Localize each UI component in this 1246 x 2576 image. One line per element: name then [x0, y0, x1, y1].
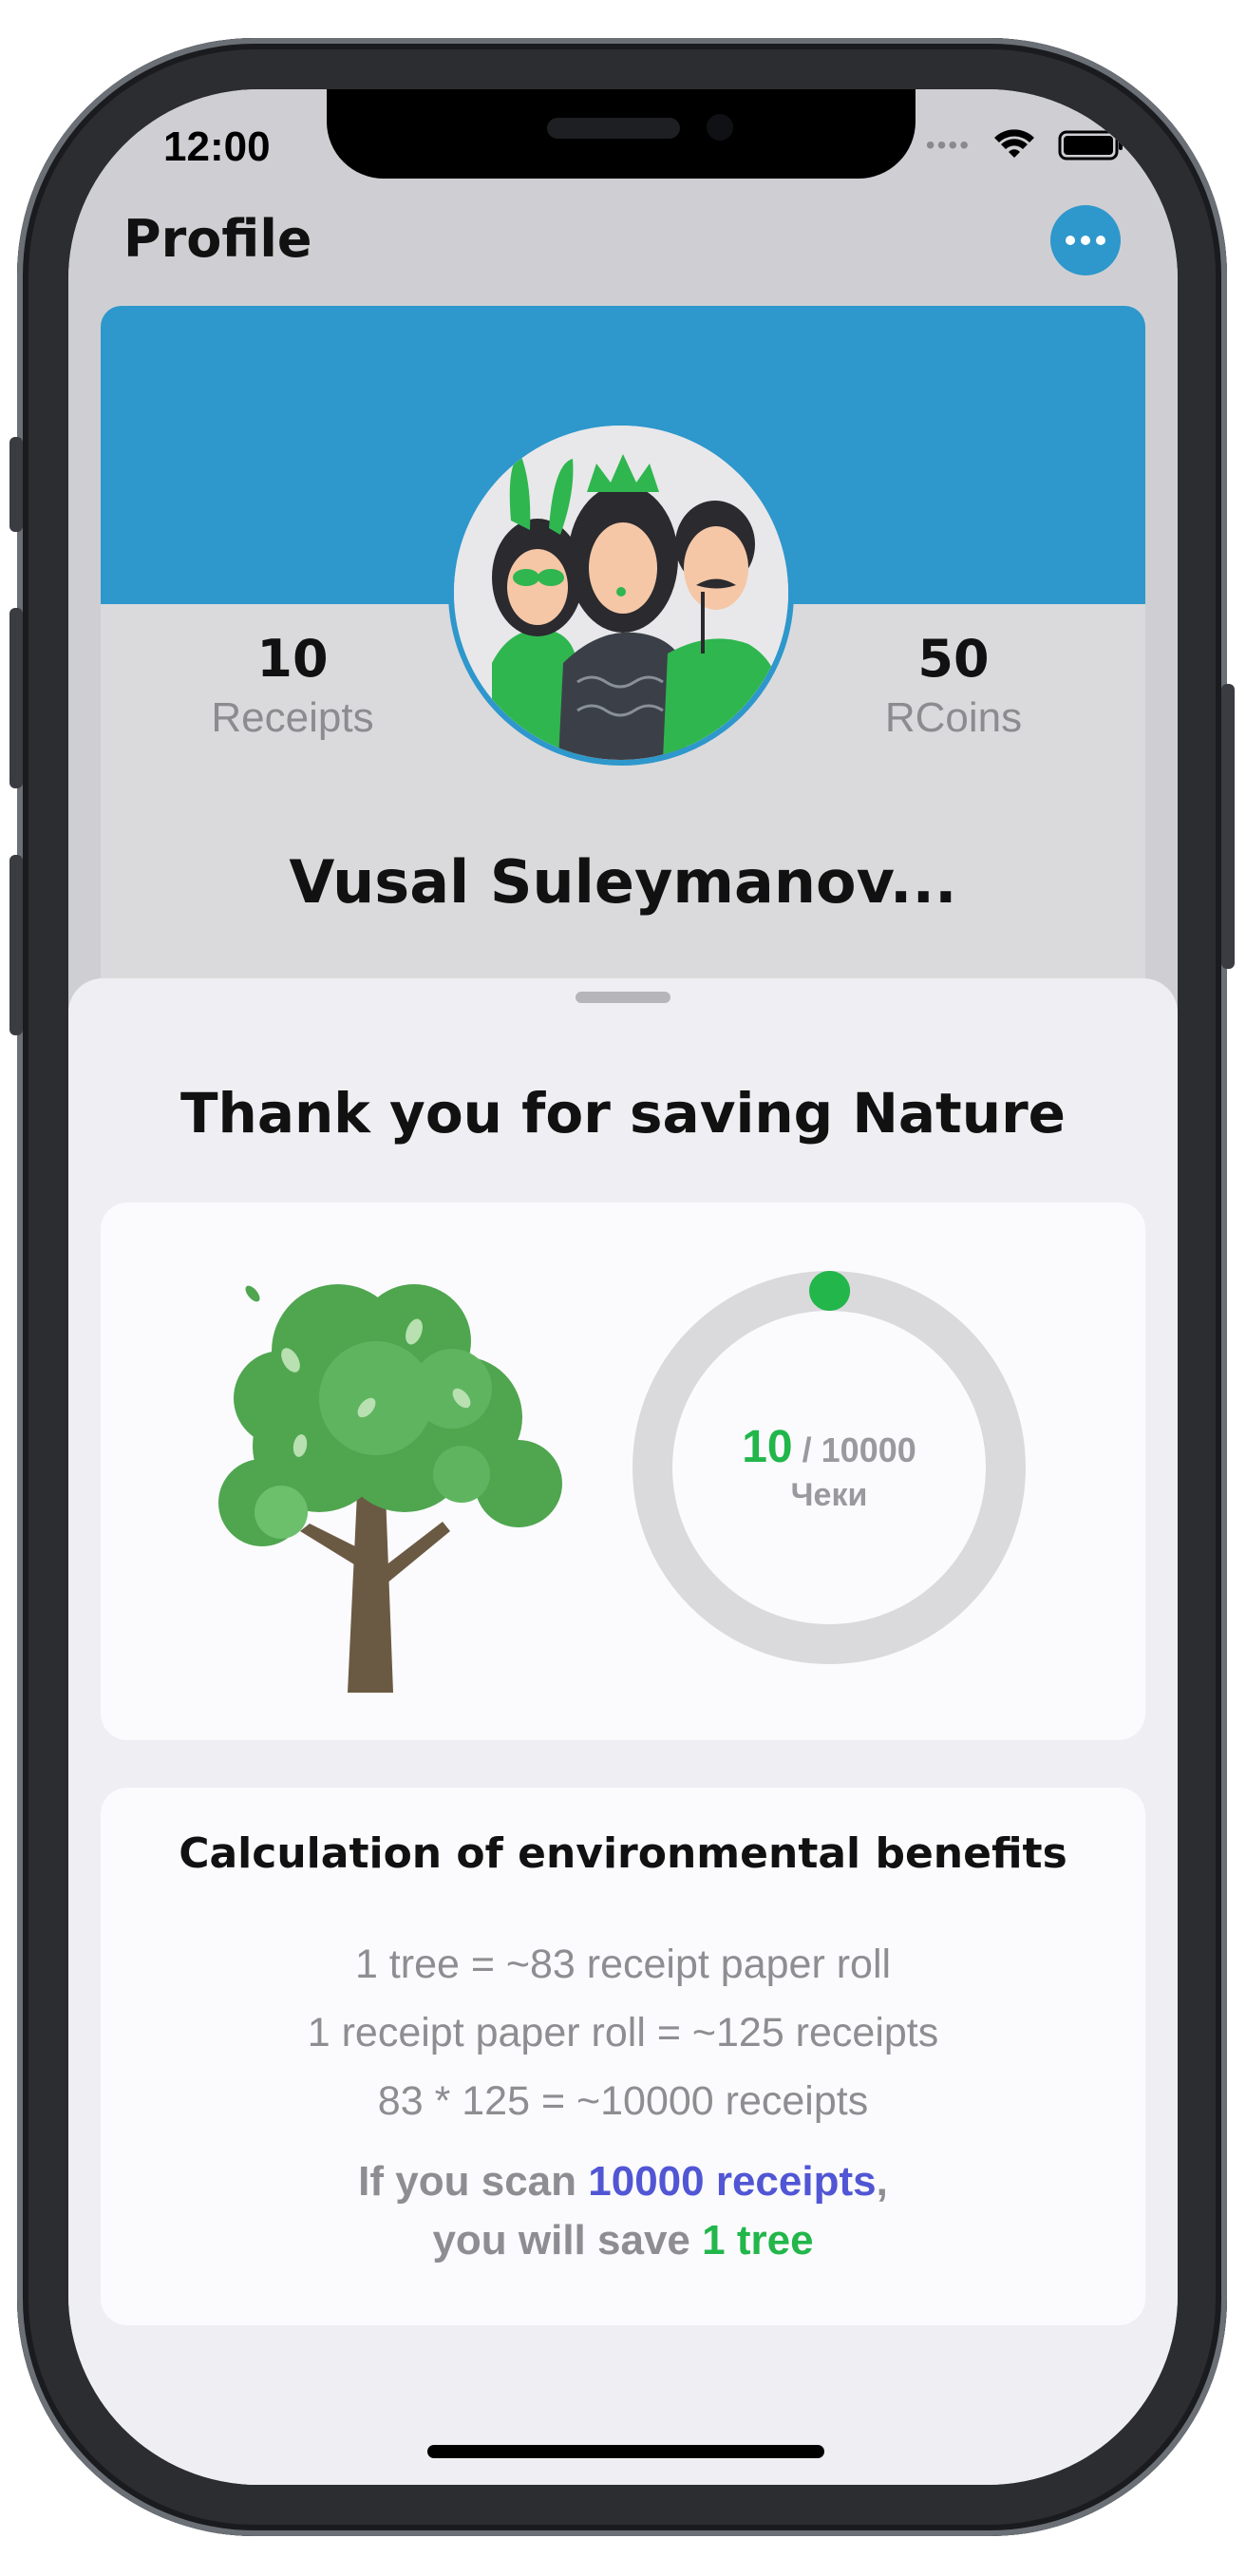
- rcoins-stat[interactable]: 50 RCoins: [811, 629, 1096, 742]
- receipts-count: 10: [256, 629, 329, 689]
- wifi-icon: [994, 129, 1034, 158]
- summary-prefix-1: If you scan: [358, 2158, 589, 2205]
- speaker: [547, 118, 680, 139]
- user-name: Vusal Suleymanov...: [289, 847, 957, 917]
- receipts-stat[interactable]: 10 Receipts: [150, 629, 435, 742]
- receipts-label: Receipts: [211, 694, 374, 741]
- status-time: 12:00: [163, 123, 271, 170]
- front-camera: [707, 114, 733, 141]
- home-indicator[interactable]: [427, 2445, 824, 2458]
- summary-line-1: If you scan 10000 receipts,: [101, 2152, 1145, 2211]
- summary-receipts-highlight: 10000 receipts: [588, 2158, 877, 2205]
- profile-card: 10 Receipts 50 RCoins Vusal Suleymanov..…: [101, 306, 1145, 1009]
- calculation-summary: If you scan 10000 receipts, you will sav…: [101, 2152, 1145, 2270]
- calculation-title: Calculation of environmental benefits: [179, 1829, 1067, 1878]
- calculation-card: Calculation of environmental benefits 1 …: [101, 1788, 1145, 2325]
- calculation-line: 1 tree = ~83 receipt paper roll: [354, 1941, 892, 1987]
- avatar[interactable]: [448, 420, 794, 766]
- more-dot: [1096, 236, 1105, 245]
- summary-prefix-2: you will save: [432, 2217, 703, 2263]
- progress-total: / 10000: [802, 1430, 916, 1469]
- sheet-grabber[interactable]: [576, 992, 670, 1003]
- progress-current: 10: [742, 1422, 793, 1472]
- progress-unit: Чеки: [790, 1477, 868, 1513]
- battery-icon: [1058, 130, 1123, 161]
- nature-progress-card: 10 / 10000 Чеки: [101, 1203, 1145, 1740]
- power-button: [1221, 684, 1235, 969]
- volume-up-button: [9, 608, 23, 788]
- volume-down-button: [9, 855, 23, 1035]
- calculation-line: 83 * 125 = ~10000 receipts: [377, 2078, 869, 2124]
- signal-dots-icon: ••••: [925, 130, 971, 160]
- rcoins-label: RCoins: [884, 694, 1023, 741]
- tree-icon: [218, 1284, 562, 1693]
- summary-tree-highlight: 1 tree: [702, 2217, 814, 2263]
- status-icons: ••••: [926, 129, 1124, 161]
- avatar-illustration: [454, 426, 788, 760]
- more-dot: [1081, 236, 1090, 245]
- page-title: Profile: [123, 209, 312, 269]
- profile-header-area: Profile 10 Receipts 50 RCoins Vusal Sule…: [68, 205, 1178, 1068]
- calculation-line: 1 receipt paper roll = ~125 receipts: [307, 2010, 939, 2055]
- sheet-title: Thank you for saving Nature: [179, 1081, 1067, 1146]
- calculation-lines: 1 tree = ~83 receipt paper roll 1 receip…: [101, 1930, 1145, 2135]
- summary-line-2: you will save 1 tree: [101, 2211, 1145, 2270]
- rcoins-count: 50: [917, 629, 990, 689]
- more-dots-icon: [1066, 236, 1075, 245]
- progress-count: 10 / 10000: [742, 1421, 916, 1473]
- progress-label: 10 / 10000 Чеки: [632, 1271, 1026, 1664]
- notch: [327, 89, 916, 179]
- status-bar: 12:00 ••••: [68, 89, 1178, 213]
- mute-switch: [9, 437, 23, 532]
- summary-suffix-1: ,: [876, 2158, 888, 2205]
- bottom-sheet: Thank you for saving Nature 10 / 10000 Ч…: [68, 978, 1178, 2485]
- screen: 12:00 •••• Profile 10 Receipts 50 RCoins…: [68, 89, 1178, 2485]
- more-options-button[interactable]: [1050, 205, 1121, 275]
